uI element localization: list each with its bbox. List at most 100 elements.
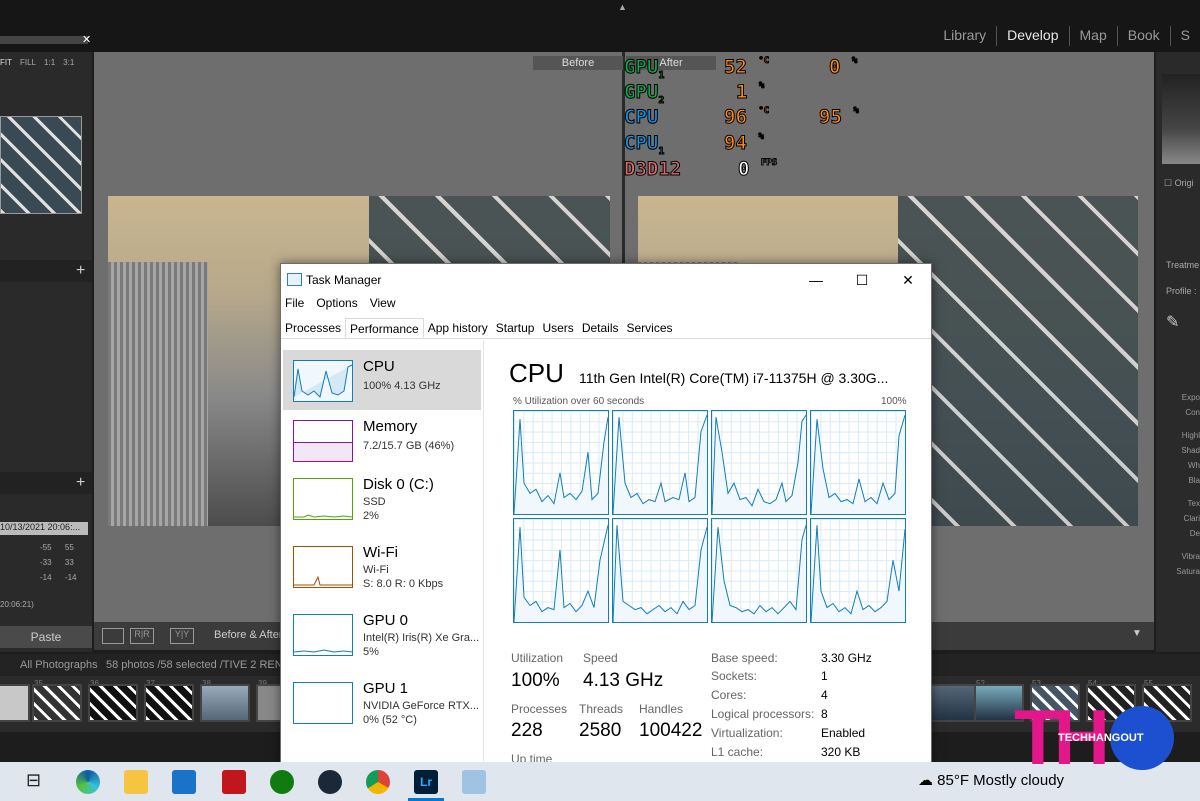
minimize-button[interactable]: — (793, 264, 839, 296)
app-red-icon[interactable] (222, 770, 246, 794)
osd-label: CPU1 (623, 132, 665, 158)
loupe-view-icon[interactable] (102, 628, 124, 644)
lattice-texture (898, 196, 1138, 526)
filmstrip-thumb[interactable] (144, 684, 194, 722)
zoom-1-1[interactable]: 1:1 (44, 58, 55, 67)
xbox-icon[interactable] (270, 770, 294, 794)
module-develop[interactable]: Develop (996, 26, 1068, 46)
history-time: 20:06:21) (0, 600, 34, 609)
wifi-mini-graph (293, 546, 353, 588)
edge-icon[interactable] (76, 770, 100, 794)
detail-key: L1 cache: (711, 745, 764, 759)
paste-button[interactable]: Paste (0, 626, 92, 648)
sidebar-item-memory[interactable]: Memory 7.2/15.7 GB (46%) (283, 410, 481, 470)
history-date[interactable]: 10/13/2021 20:06:... (0, 522, 88, 535)
before-after-lr-icon[interactable]: R|R (130, 628, 154, 644)
menu-options[interactable]: Options (316, 296, 357, 316)
threads-value: 2580 (579, 720, 622, 741)
window-title: Task Manager (306, 273, 382, 287)
sidebar-item-wifi[interactable]: Wi-Fi Wi-Fi S: 8.0 R: 0 Kbps (283, 536, 481, 596)
sidebar-label: Disk 0 (C:) (363, 476, 434, 493)
tab-details[interactable]: Details (578, 318, 623, 338)
filmstrip-source[interactable]: All Photographs (20, 659, 98, 671)
photos-icon[interactable] (462, 770, 486, 794)
filmstrip-thumb[interactable] (200, 684, 250, 722)
task-manager-icon (287, 273, 302, 286)
tab-app-history[interactable]: App history (424, 318, 492, 338)
filmstrip-thumb[interactable] (0, 684, 30, 722)
sidebar-sub: 0% (52 °C) (363, 714, 417, 726)
sidebar-sub: S: 8.0 R: 0 Kbps (363, 578, 444, 590)
handles-value: 100422 (639, 720, 703, 741)
navigator-preview[interactable] (0, 116, 82, 214)
maximize-button[interactable]: ☐ (839, 264, 885, 296)
detail-key: Cores: (711, 688, 747, 702)
before-after-tb-icon[interactable]: Y|Y (170, 628, 194, 644)
core-graph-2 (711, 410, 807, 515)
processes-label: Processes (511, 702, 568, 716)
speed-value: 4.13 GHz (583, 670, 664, 691)
lightroom-icon[interactable]: Lr (414, 770, 438, 794)
cpu-model: 11th Gen Intel(R) Core(TM) i7-11375H @ 3… (579, 370, 889, 386)
sidebar-item-disk[interactable]: Disk 0 (C:) SSD 2% (283, 468, 481, 528)
steam-icon[interactable] (318, 770, 342, 794)
module-slideshow[interactable]: S (1169, 26, 1200, 46)
core-graph-5 (612, 518, 708, 623)
handles-label: Handles (639, 702, 684, 716)
detail-value: 3.30 GHz (821, 651, 872, 665)
detail-key: Logical processors: (711, 707, 815, 721)
tab-performance[interactable]: Performance (345, 318, 424, 338)
sidebar-label: Wi-Fi (363, 544, 398, 561)
treatment-label: Treatme (1166, 260, 1200, 270)
tab-processes[interactable]: Processes (281, 318, 345, 338)
osd-row-gpu2: GPU2 1 % (623, 81, 884, 107)
file-explorer-icon[interactable] (124, 770, 148, 794)
slider-track[interactable] (0, 36, 88, 44)
resource-sidebar: CPU 100% 4.13 GHz Memory 7.2/15.7 GB (46… (281, 340, 484, 764)
menu-view[interactable]: View (370, 296, 396, 316)
tab-services[interactable]: Services (623, 318, 677, 338)
module-library[interactable]: Library (933, 26, 996, 46)
zoom-3-1[interactable]: 3:1 (63, 58, 74, 67)
menu-file[interactable]: File (285, 296, 304, 316)
sidebar-item-gpu1[interactable]: GPU 1 NVIDIA GeForce RTX... 0% (52 °C) (283, 672, 481, 732)
before-after-mode[interactable]: Before & After (214, 629, 282, 641)
core-trace (811, 414, 905, 514)
filmstrip-thumb[interactable] (88, 684, 138, 722)
tab-startup[interactable]: Startup (492, 318, 539, 338)
collapse-arrow-icon[interactable]: ▲ (618, 2, 627, 12)
mail-icon[interactable] (172, 770, 196, 794)
osd-value: 0 % (828, 56, 858, 79)
task-view-icon[interactable]: ⊟ (26, 770, 50, 794)
adjustment-label: Highl (1181, 431, 1200, 440)
close-button[interactable]: ✕ (885, 264, 931, 296)
filmstrip-thumb[interactable] (930, 684, 980, 722)
sidebar-item-cpu[interactable]: CPU 100% 4.13 GHz (283, 350, 481, 410)
filmstrip-thumb[interactable] (32, 684, 82, 722)
zoom-fill[interactable]: FILL (20, 58, 36, 67)
zoom-fit[interactable]: FIT (0, 58, 12, 67)
left-panel: FIT FILL 1:1 3:1 + + 10/13/2021 20:06:..… (0, 52, 92, 652)
toolbar-menu-icon[interactable]: ▼ (1132, 628, 1142, 639)
add-icon[interactable]: + (76, 474, 85, 492)
osd-label: D3D12 (623, 158, 682, 181)
osd-label: CPU (623, 106, 659, 129)
disk-mini-graph (293, 478, 353, 520)
original-checkbox[interactable]: ☐ Origi (1164, 178, 1194, 189)
chrome-icon[interactable] (366, 770, 390, 794)
tab-users[interactable]: Users (538, 318, 577, 338)
adjustment-label: Con (1185, 408, 1200, 417)
panel-header: + (0, 472, 92, 494)
history-value: -55 (40, 543, 52, 552)
module-book[interactable]: Book (1116, 26, 1170, 46)
task-manager-window: Task Manager — ☐ ✕ File Options View Pro… (280, 263, 932, 766)
title-bar[interactable]: Task Manager — ☐ ✕ (281, 264, 931, 296)
close-icon[interactable]: ✕ (82, 33, 91, 46)
adjustment-label: Wh (1188, 461, 1200, 470)
module-map[interactable]: Map (1068, 26, 1117, 46)
add-icon[interactable]: + (76, 262, 85, 280)
sidebar-item-gpu0[interactable]: GPU 0 Intel(R) Iris(R) Xe Gra... 5% (283, 604, 481, 664)
logo-text: TECHHANGOUT (1058, 732, 1144, 744)
sidebar-label: GPU 1 (363, 680, 409, 697)
eyedropper-icon[interactable]: ✎ (1166, 312, 1179, 332)
